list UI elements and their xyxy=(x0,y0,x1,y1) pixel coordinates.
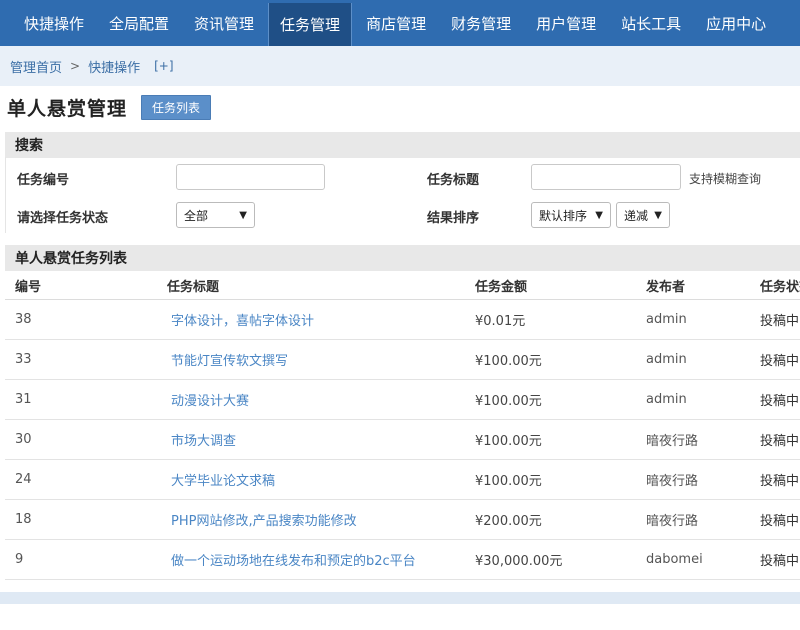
task-title-link[interactable]: 做一个运动场地在线发布和预定的b2c平台 xyxy=(161,550,465,569)
nav-item-webmaster-tools[interactable]: 站长工具 xyxy=(610,0,692,46)
task-id-cell: 38 xyxy=(15,312,32,327)
task-amount-cell: ¥100.00元 xyxy=(475,434,542,449)
task-id-cell: 18 xyxy=(15,512,32,527)
dropdown-arrow-icon: ▼ xyxy=(654,209,662,221)
task-id-cell: 33 xyxy=(15,352,32,367)
task-title-link[interactable]: 节能灯宣传软文撰写 xyxy=(161,350,465,369)
nav-item-shop[interactable]: 商店管理 xyxy=(355,0,437,46)
task-title-link[interactable]: PHP网站修改,产品搜索功能修改 xyxy=(161,510,465,529)
table-row: 24 大学毕业论文求稿 ¥100.00元 暗夜行路 投稿中 xyxy=(5,460,800,500)
table-row: 38 字体设计，喜帖字体设计 ¥0.01元 admin 投稿中 xyxy=(5,300,800,340)
task-amount-cell: ¥100.00元 xyxy=(475,354,542,369)
task-id-cell: 31 xyxy=(15,392,32,407)
task-publisher-cell: admin xyxy=(646,352,687,367)
dropdown-arrow-icon: ▼ xyxy=(595,209,603,221)
sort-field-selected: 默认排序 xyxy=(539,208,588,223)
task-title-label: 任务标题 xyxy=(427,173,480,188)
task-status-cell: 投稿中 xyxy=(760,354,800,369)
task-publisher-cell: 暗夜行路 xyxy=(646,434,699,449)
nav-item-app-center[interactable]: 应用中心 xyxy=(695,0,777,46)
breadcrumb-separator: > xyxy=(70,59,81,73)
task-status-label: 请选择任务状态 xyxy=(17,211,109,226)
breadcrumb: 管理首页 > 快捷操作 [+] xyxy=(0,46,800,86)
task-publisher-cell: 暗夜行路 xyxy=(646,474,699,489)
task-amount-cell: ¥100.00元 xyxy=(475,474,542,489)
table-header-row: 编号 任务标题 任务金额 发布者 任务状态 xyxy=(5,272,800,300)
search-form: 任务编号 任务标题 支持模糊查询 请选择任务状态 全部 ▼ 结果排序 默认排序 … xyxy=(5,157,800,233)
task-status-cell: 投稿中 xyxy=(760,314,800,329)
table-row: 30 市场大调查 ¥100.00元 暗夜行路 投稿中 xyxy=(5,420,800,460)
task-title-link[interactable]: 大学毕业论文求稿 xyxy=(161,470,465,489)
page-title: 单人悬赏管理 xyxy=(7,97,128,120)
task-title-input[interactable] xyxy=(531,164,681,190)
nav-item-quick-ops[interactable]: 快捷操作 xyxy=(13,0,95,46)
task-publisher-cell: 暗夜行路 xyxy=(646,514,699,529)
sort-label: 结果排序 xyxy=(427,211,480,226)
task-status-cell: 投稿中 xyxy=(760,434,800,449)
breadcrumb-home-link[interactable]: 管理首页 xyxy=(10,57,62,76)
fuzzy-search-hint: 支持模糊查询 xyxy=(689,172,762,186)
task-amount-cell: ¥200.00元 xyxy=(475,514,542,529)
breadcrumb-current-link[interactable]: 快捷操作 xyxy=(88,57,140,76)
task-id-cell: 9 xyxy=(15,552,24,567)
column-header-title[interactable]: 任务标题 xyxy=(161,276,465,295)
task-table: 编号 任务标题 任务金额 发布者 任务状态 38 字体设计，喜帖字体设计 ¥0.… xyxy=(5,272,800,580)
task-id-input[interactable] xyxy=(176,164,325,190)
task-list-heading: 单人悬赏任务列表 xyxy=(5,245,800,271)
task-title-link[interactable]: 动漫设计大赛 xyxy=(161,390,465,409)
task-list-button[interactable]: 任务列表 xyxy=(141,94,212,120)
task-status-cell: 投稿中 xyxy=(760,514,800,529)
task-amount-cell: ¥100.00元 xyxy=(475,394,542,409)
table-row: 18 PHP网站修改,产品搜索功能修改 ¥200.00元 暗夜行路 投稿中 xyxy=(5,500,800,540)
nav-item-global-config[interactable]: 全局配置 xyxy=(98,0,180,46)
task-id-label: 任务编号 xyxy=(17,173,70,188)
task-title-link[interactable]: 字体设计，喜帖字体设计 xyxy=(161,310,465,329)
task-publisher-cell: dabomei xyxy=(646,552,703,567)
task-amount-cell: ¥30,000.00元 xyxy=(475,554,563,569)
task-id-cell: 30 xyxy=(15,432,32,447)
task-status-cell: 投稿中 xyxy=(760,474,800,489)
footer-bar xyxy=(0,592,800,604)
top-nav: 快捷操作 全局配置 资讯管理 任务管理 商店管理 财务管理 用户管理 站长工具 … xyxy=(0,0,800,46)
dropdown-arrow-icon: ▼ xyxy=(239,209,247,221)
task-publisher-cell: admin xyxy=(646,392,687,407)
nav-item-finance[interactable]: 财务管理 xyxy=(440,0,522,46)
task-status-selected: 全部 xyxy=(184,208,209,223)
task-status-cell: 投稿中 xyxy=(760,394,800,409)
nav-item-news[interactable]: 资讯管理 xyxy=(183,0,265,46)
sort-field-select[interactable]: 默认排序 ▼ xyxy=(531,202,611,228)
page-header: 单人悬赏管理 任务列表 xyxy=(0,90,800,124)
column-header-id[interactable]: 编号 xyxy=(5,276,161,295)
task-status-cell: 投稿中 xyxy=(760,554,800,569)
task-status-select[interactable]: 全部 ▼ xyxy=(176,202,255,228)
column-header-publisher[interactable]: 发布者 xyxy=(636,276,750,295)
search-heading: 搜索 xyxy=(5,132,800,158)
table-row: 33 节能灯宣传软文撰写 ¥100.00元 admin 投稿中 xyxy=(5,340,800,380)
column-header-status[interactable]: 任务状态 xyxy=(750,276,800,295)
task-amount-cell: ¥0.01元 xyxy=(475,314,526,329)
task-publisher-cell: admin xyxy=(646,312,687,327)
nav-item-tasks[interactable]: 任务管理 xyxy=(268,3,353,46)
sort-order-selected: 递减 xyxy=(624,208,649,223)
column-header-amount[interactable]: 任务金额 xyxy=(465,276,636,295)
nav-item-users[interactable]: 用户管理 xyxy=(525,0,607,46)
task-id-cell: 24 xyxy=(15,472,32,487)
sort-order-select[interactable]: 递减 ▼ xyxy=(616,202,670,228)
task-title-link[interactable]: 市场大调查 xyxy=(161,430,465,449)
add-shortcut-button[interactable]: [+] xyxy=(154,59,173,73)
table-row: 31 动漫设计大赛 ¥100.00元 admin 投稿中 xyxy=(5,380,800,420)
table-row: 9 做一个运动场地在线发布和预定的b2c平台 ¥30,000.00元 dabom… xyxy=(5,540,800,580)
